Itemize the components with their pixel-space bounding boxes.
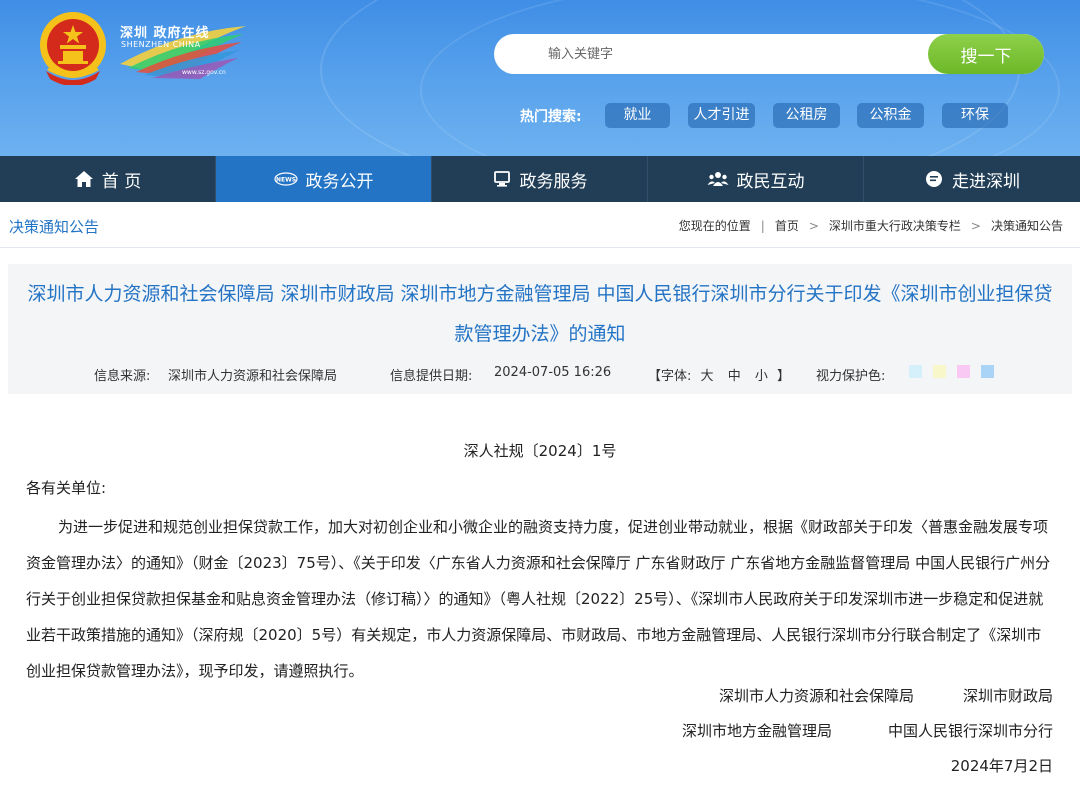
font-small-link[interactable]: 小 xyxy=(755,369,768,384)
people-icon xyxy=(707,172,728,186)
chat-icon xyxy=(926,171,942,187)
national-emblem-icon xyxy=(40,12,106,85)
eye-care-swatch-cyan[interactable] xyxy=(909,365,922,378)
salutation: 各有关单位: xyxy=(26,479,107,497)
breadcrumb-separator: | xyxy=(760,218,765,233)
article-body: 为进一步促进和规范创业担保贷款工作，加大对初创企业和小微企业的融资支持力度，促进… xyxy=(26,518,1051,680)
nav-item-label: 政民互动 xyxy=(736,171,805,192)
hot-search-label: 热门搜索: xyxy=(520,109,582,125)
news-icon: NEWS xyxy=(273,172,298,186)
source-label: 信息来源: xyxy=(94,369,151,384)
font-size-close: 】 xyxy=(777,369,791,384)
hot-tag-rencai[interactable]: 人才引进 xyxy=(688,103,755,128)
svg-text:NEWS: NEWS xyxy=(275,177,295,184)
site-header: 深圳 政府在线 SHENZHEN CHINA www.sz.gov.cn 搜一下… xyxy=(0,0,1080,156)
breadcrumb: 您现在的位置 | 首页 > 深圳市重大行政决策专栏 > 决策通知公告 xyxy=(679,217,1063,234)
hot-tag-jiuye[interactable]: 就业 xyxy=(605,103,670,128)
eye-care-swatch-pink[interactable] xyxy=(957,365,970,378)
nav-item-zoujinshenzhen[interactable]: 走进深圳 xyxy=(864,156,1080,202)
search-button[interactable]: 搜一下 xyxy=(928,34,1044,74)
breadcrumb-home[interactable]: 首页 xyxy=(775,217,799,234)
location-label: 您现在的位置 xyxy=(678,219,751,233)
logo-english-text: SHENZHEN CHINA xyxy=(121,40,201,49)
search-input[interactable] xyxy=(514,34,924,74)
home-icon xyxy=(74,171,93,187)
nav-item-label: 走进深圳 xyxy=(952,171,1020,192)
breadcrumb-decision-column[interactable]: 深圳市重大行政决策专栏 xyxy=(829,217,961,234)
breadcrumb-bar: 决策通知公告 您现在的位置 | 首页 > 深圳市重大行政决策专栏 > 决策通知公… xyxy=(0,202,1080,248)
signer-pboc: 中国人民银行深圳市分行 xyxy=(887,722,1053,740)
breadcrumb-separator: > xyxy=(970,218,981,233)
logo-chinese-text: 深圳 政府在线 xyxy=(120,26,210,41)
signer-hrss: 深圳市人力资源和社会保障局 xyxy=(718,687,914,705)
eye-care-swatch-yellow[interactable] xyxy=(933,365,946,378)
main-nav: 首 页 NEWS 政务公开 政务服务 政民互动 走进深圳 xyxy=(0,156,1080,202)
nav-item-zhengminhudong[interactable]: 政民互动 xyxy=(648,156,864,202)
source-value: 深圳市人力资源和社会保障局 xyxy=(168,369,338,384)
eye-care-swatch-blue[interactable] xyxy=(981,365,994,378)
hot-tag-gongjijin[interactable]: 公积金 xyxy=(857,103,924,128)
font-large-link[interactable]: 大 xyxy=(701,369,714,384)
article-header: 深圳市人力资源和社会保障局 深圳市财政局 深圳市地方金融管理局 中国人民银行深圳… xyxy=(8,264,1072,394)
header-decoration xyxy=(420,0,1060,156)
signer-finance-regulator: 深圳市地方金融管理局 xyxy=(681,722,832,740)
logo-url-text: www.sz.gov.cn xyxy=(182,69,226,76)
nav-item-label: 首 页 xyxy=(101,171,142,192)
article-title: 深圳市人力资源和社会保障局 深圳市财政局 深圳市地方金融管理局 中国人民银行深圳… xyxy=(27,283,1053,345)
nav-item-home[interactable]: 首 页 xyxy=(0,156,216,202)
search-box: 搜一下 xyxy=(494,34,1044,74)
hot-tag-gongzufang[interactable]: 公租房 xyxy=(773,103,840,128)
document-number: 深人社规〔2024〕1号 xyxy=(463,442,617,460)
hot-tag-huanbao[interactable]: 环保 xyxy=(942,103,1008,128)
font-size-label: 【字体: xyxy=(648,369,692,384)
date-label: 信息提供日期: xyxy=(390,369,473,384)
monitor-icon xyxy=(493,171,510,187)
eye-care-label: 视力保护色: xyxy=(816,369,886,384)
section-title: 决策通知公告 xyxy=(9,218,100,236)
nav-item-zhengwufuwu[interactable]: 政务服务 xyxy=(432,156,648,202)
sign-date: 2024年7月2日 xyxy=(950,757,1053,775)
font-medium-link[interactable]: 中 xyxy=(728,369,741,384)
nav-item-zhengwugongkai[interactable]: NEWS 政务公开 xyxy=(216,156,432,202)
breadcrumb-separator: > xyxy=(808,218,819,233)
nav-item-label: 政务公开 xyxy=(305,171,374,192)
nav-item-label: 政务服务 xyxy=(519,171,588,192)
date-value: 2024-07-05 16:26 xyxy=(494,365,612,380)
signer-finance: 深圳市财政局 xyxy=(962,687,1053,705)
font-size-control: 【字体: 大 中 小 】 xyxy=(648,365,790,384)
breadcrumb-current[interactable]: 决策通知公告 xyxy=(991,217,1063,234)
